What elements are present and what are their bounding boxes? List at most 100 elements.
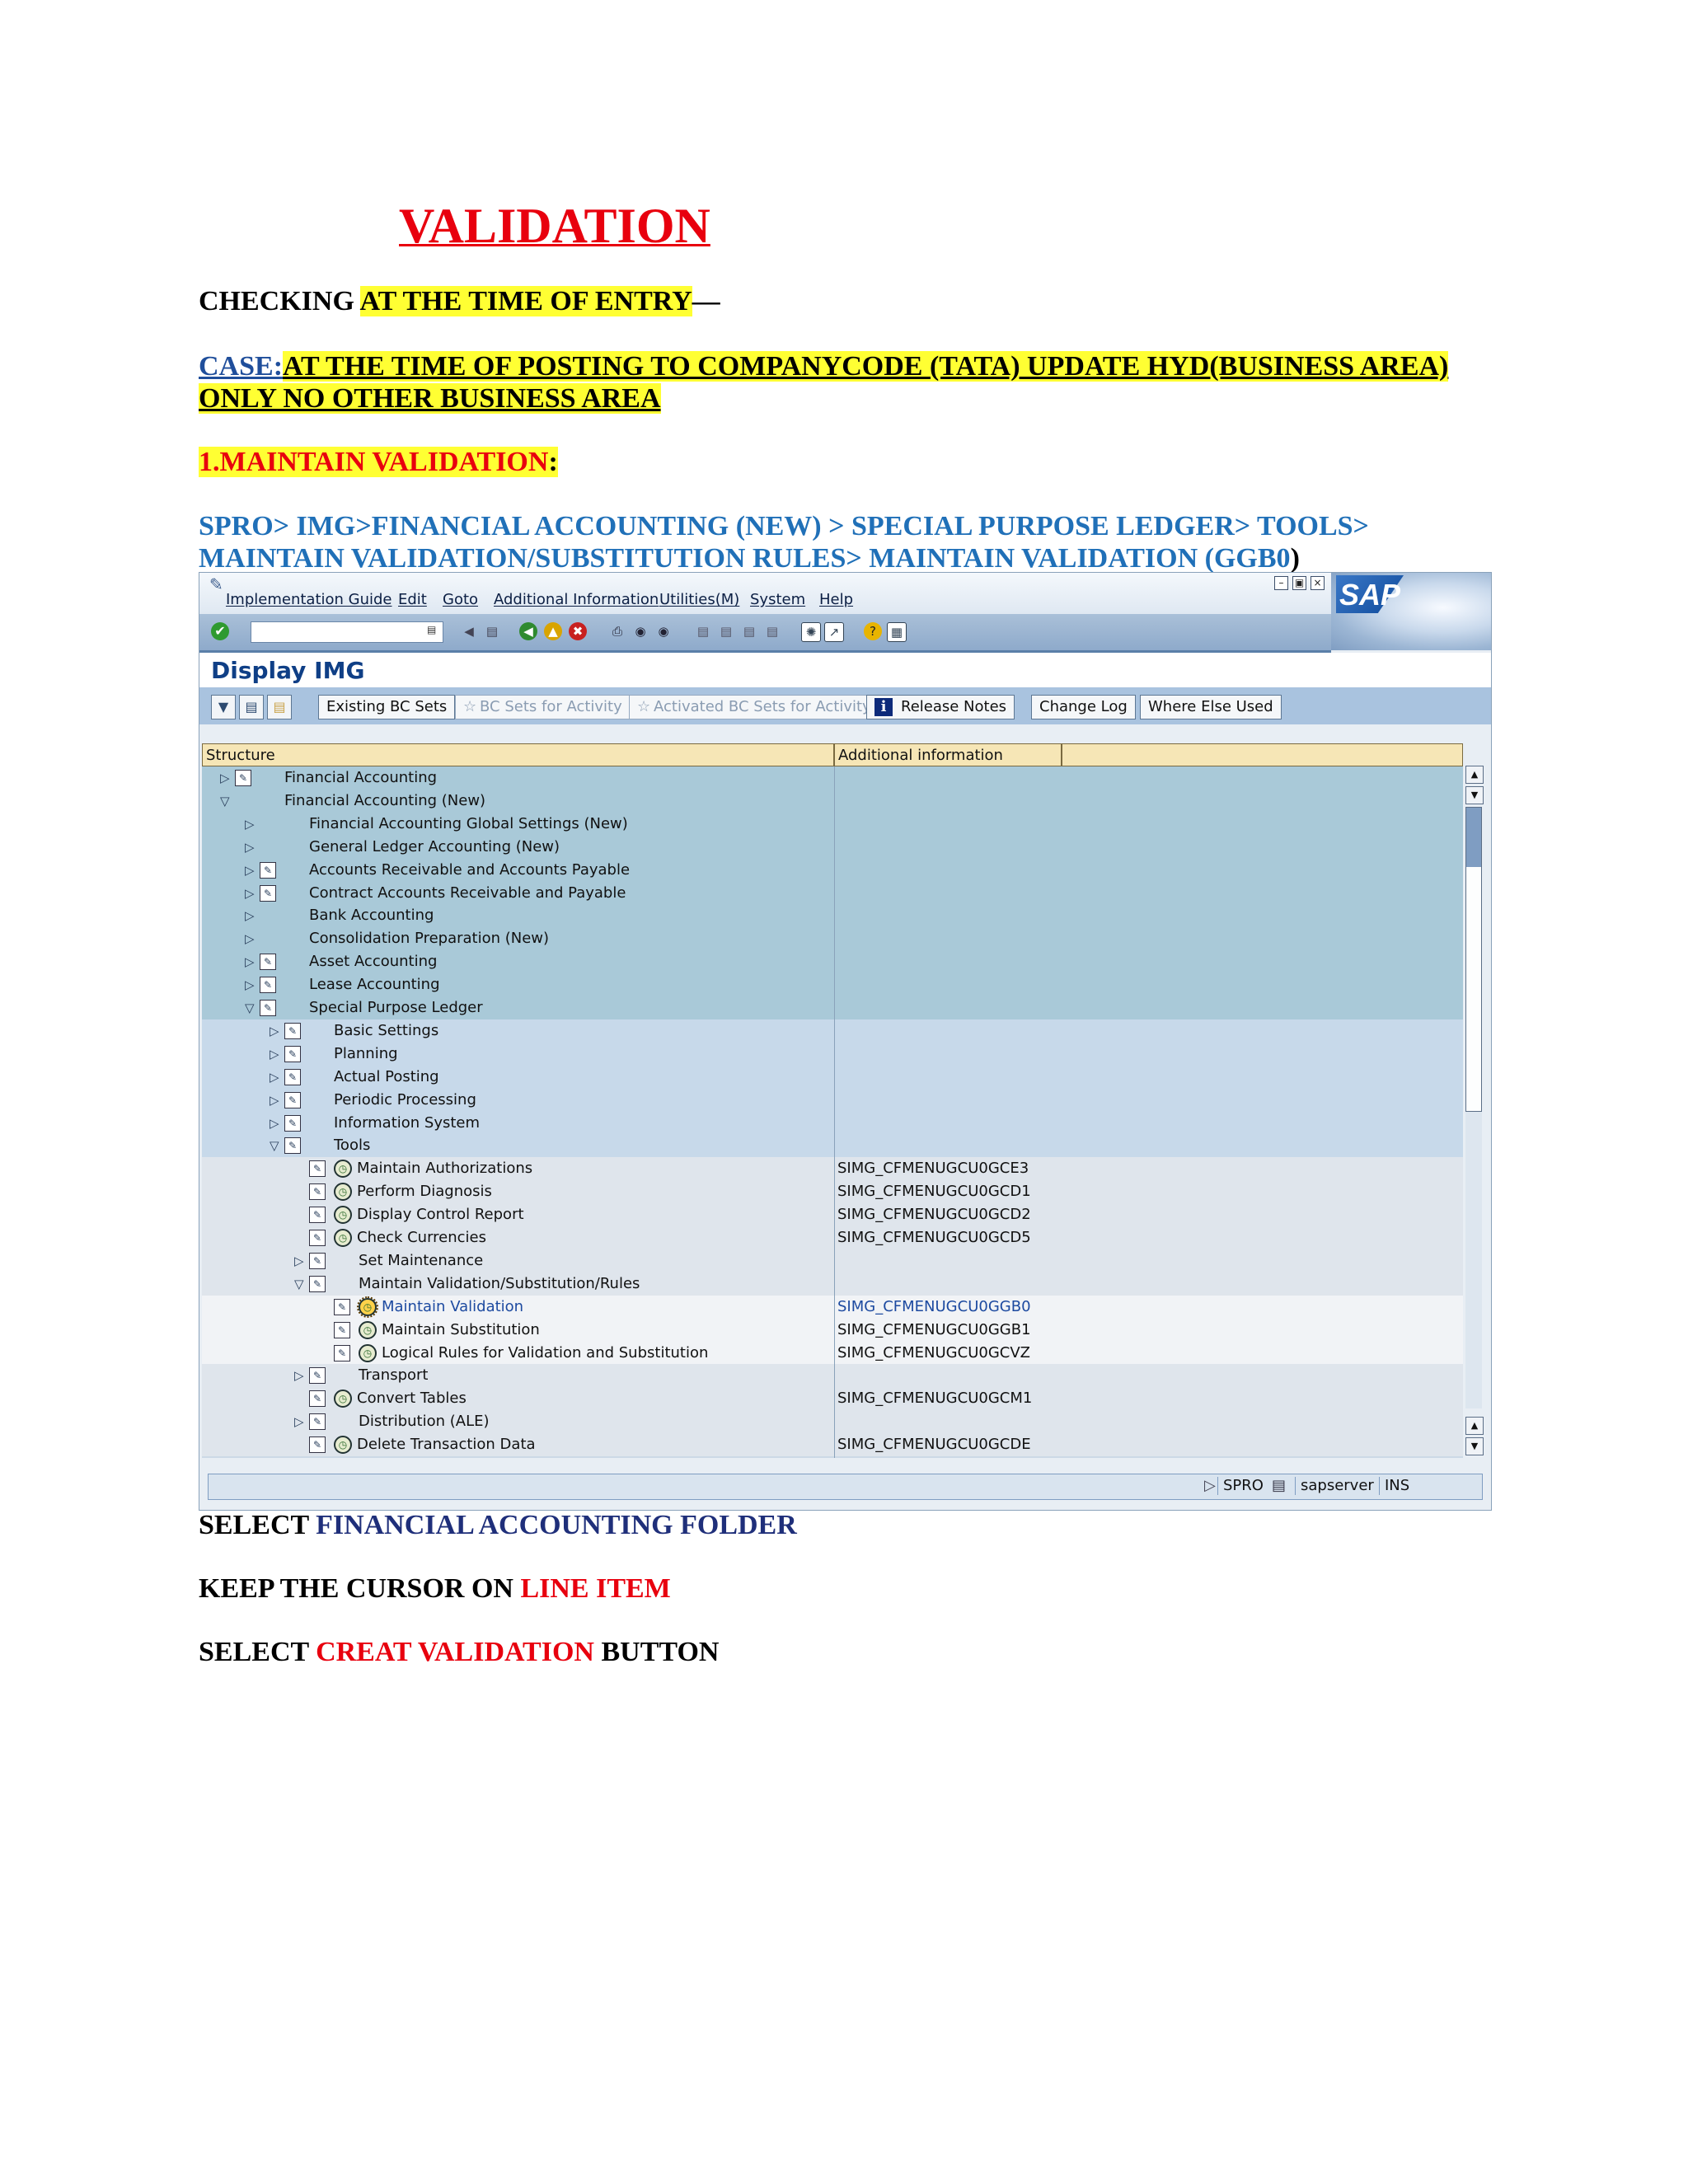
- tree-row[interactable]: ✎ ◷ Maintain Substitution SIMG_CFMENUGCU0GG…: [202, 1318, 1463, 1342]
- tree-node-label[interactable]: Planning: [334, 1043, 398, 1066]
- scroll-track[interactable]: [1465, 807, 1482, 1408]
- tree-node-label[interactable]: Consolidation Preparation (New): [309, 927, 549, 950]
- tree-row[interactable]: ▷ ✎ Periodic Processing: [202, 1088, 1463, 1112]
- tree-row[interactable]: ▷ ✎ Accounts Receivable and Accounts Payab…: [202, 858, 1463, 882]
- column-header-additional-information[interactable]: Additional information: [834, 743, 1062, 766]
- tree-node-label[interactable]: Maintain Validation: [382, 1296, 523, 1319]
- tree-node-label[interactable]: Maintain Authorizations: [357, 1157, 532, 1180]
- tree-row[interactable]: ✎ ◷ Check Currencies SIMG_CFMENUGCU0GCD5: [202, 1226, 1463, 1249]
- next-page-icon[interactable]: ▤: [740, 622, 758, 640]
- scroll-page-down-icon[interactable]: ▼: [1465, 1437, 1484, 1455]
- tree-node-label[interactable]: Information System: [334, 1112, 480, 1135]
- documentation-icon[interactable]: ✎: [284, 1068, 301, 1085]
- documentation-icon[interactable]: ✎: [284, 1045, 301, 1062]
- expand-node-icon[interactable]: ▷: [245, 813, 255, 836]
- tree-node-label[interactable]: Lease Accounting: [309, 973, 440, 996]
- tree-row[interactable]: ✎ ◷ Delete Transaction Data SIMG_CFMENUGCU0…: [202, 1433, 1463, 1457]
- expand-node-icon[interactable]: ▷: [245, 950, 255, 973]
- tree-node-label[interactable]: Bank Accounting: [309, 904, 434, 927]
- tree-row[interactable]: ▷ ✎ Information System: [202, 1111, 1463, 1135]
- documentation-icon[interactable]: ✎: [334, 1298, 350, 1315]
- tree-row[interactable]: ▷ Consolidation Preparation (New): [202, 927, 1463, 951]
- expand-node-icon[interactable]: ▷: [270, 1066, 279, 1089]
- tree-row[interactable]: ✎ ◷ Convert Tables SIMG_CFMENUGCU0GCM1: [202, 1387, 1463, 1411]
- menu-additional-information[interactable]: Additional Information: [494, 591, 659, 608]
- tree-node-label[interactable]: Actual Posting: [334, 1066, 439, 1089]
- tree-node-label[interactable]: Perform Diagnosis: [357, 1180, 492, 1203]
- menu-implementation-guide[interactable]: Implementation Guide: [226, 591, 392, 608]
- documentation-icon[interactable]: ✎: [334, 1344, 350, 1361]
- expand-node-icon[interactable]: ▷: [294, 1410, 304, 1433]
- tree-node-label[interactable]: Contract Accounts Receivable and Payable: [309, 882, 626, 905]
- tree-node-label[interactable]: Maintain Substitution: [382, 1319, 540, 1342]
- tree-node-label[interactable]: Tools: [334, 1134, 370, 1157]
- tree-row[interactable]: ▽ ✎ Maintain Validation/Substitution/Rules: [202, 1272, 1463, 1296]
- back-icon[interactable]: ◀: [519, 622, 537, 640]
- tree-node-label[interactable]: Asset Accounting: [309, 950, 437, 973]
- tree-row[interactable]: ▷ ✎ Lease Accounting: [202, 973, 1463, 997]
- documentation-icon[interactable]: ✎: [309, 1390, 326, 1408]
- tree-node-label[interactable]: Logical Rules for Validation and Substit…: [382, 1342, 708, 1365]
- documentation-icon[interactable]: ✎: [260, 954, 276, 971]
- scroll-down-icon[interactable]: ▼: [1465, 786, 1484, 804]
- expand-subtree-icon[interactable]: ▼: [211, 695, 236, 719]
- menu-edit[interactable]: Edit: [398, 591, 427, 608]
- execute-activity-icon[interactable]: ◷: [357, 1296, 378, 1318]
- documentation-icon[interactable]: ✎: [284, 1091, 301, 1108]
- tree-node-label[interactable]: Convert Tables: [357, 1387, 467, 1410]
- tree-row[interactable]: ▷ ✎ Planning: [202, 1042, 1463, 1066]
- tree-node-label[interactable]: Accounts Receivable and Accounts Payable: [309, 859, 630, 882]
- layout-icon[interactable]: ▦: [887, 622, 907, 642]
- documentation-icon[interactable]: ✎: [309, 1160, 326, 1178]
- documentation-icon[interactable]: ✎: [260, 1000, 276, 1016]
- tree-node-label[interactable]: Special Purpose Ledger: [309, 996, 483, 1019]
- tree-node-label[interactable]: General Ledger Accounting (New): [309, 836, 560, 859]
- tree-row[interactable]: ✎ ◷ Display Control Report SIMG_CFMENUGCU0G…: [202, 1203, 1463, 1227]
- documentation-icon[interactable]: ✎: [309, 1275, 326, 1292]
- documentation-icon[interactable]: ✎: [235, 770, 251, 786]
- tree-row[interactable]: ▷ ✎ Set Maintenance: [202, 1249, 1463, 1272]
- tree-row[interactable]: ▷ ✎ Financial Accounting: [202, 766, 1463, 790]
- maximize-icon[interactable]: ▣: [1292, 576, 1306, 590]
- first-page-icon[interactable]: ▤: [694, 622, 712, 640]
- documentation-icon[interactable]: ✎: [309, 1252, 326, 1269]
- enter-check-icon[interactable]: ✔: [211, 622, 229, 640]
- bc-sets-for-activity-button[interactable]: ☆ BC Sets for Activity: [455, 695, 631, 719]
- tree-row[interactable]: ▷ ✎ Actual Posting: [202, 1065, 1463, 1089]
- execute-activity-icon[interactable]: ◷: [334, 1206, 352, 1225]
- tree-row[interactable]: ▷ ✎ Asset Accounting: [202, 950, 1463, 974]
- tree-row[interactable]: ▷ ✎ Distribution (ALE): [202, 1410, 1463, 1434]
- last-page-icon[interactable]: ▤: [763, 622, 781, 640]
- change-log-button[interactable]: Change Log: [1031, 695, 1136, 719]
- menu-goto[interactable]: Goto: [443, 591, 478, 608]
- command-history-icon[interactable]: ▤: [427, 624, 436, 635]
- execute-activity-icon[interactable]: ◷: [359, 1320, 377, 1339]
- collapse-node-icon[interactable]: ▽: [294, 1272, 304, 1296]
- tree-node-label[interactable]: Display Control Report: [357, 1203, 524, 1226]
- tree-node-label[interactable]: Transport: [359, 1364, 428, 1387]
- display-icon[interactable]: ▤: [239, 695, 264, 719]
- tree-node-label[interactable]: Periodic Processing: [334, 1089, 476, 1112]
- tree-node-label[interactable]: Financial Accounting Global Settings (Ne…: [309, 813, 628, 836]
- previous-page-icon[interactable]: ▤: [717, 622, 735, 640]
- documentation-icon[interactable]: ✎: [260, 884, 276, 902]
- execute-activity-icon[interactable]: ◷: [334, 1160, 352, 1179]
- tree-row[interactable]: ✎ ◷ Logical Rules for Validation and Subst…: [202, 1341, 1463, 1365]
- command-field[interactable]: [251, 621, 443, 643]
- expand-node-icon[interactable]: ▷: [294, 1249, 304, 1272]
- tree-node-label[interactable]: Basic Settings: [334, 1019, 438, 1043]
- help-icon[interactable]: ?: [864, 622, 882, 640]
- documentation-icon[interactable]: ✎: [309, 1207, 326, 1224]
- find-icon[interactable]: ◉: [631, 622, 649, 640]
- expand-node-icon[interactable]: ▷: [270, 1043, 279, 1066]
- find-next-icon[interactable]: ◉: [654, 622, 673, 640]
- where-else-used-button[interactable]: Where Else Used: [1140, 695, 1282, 719]
- tree-row[interactable]: ▷ ✎ Basic Settings: [202, 1019, 1463, 1043]
- tree-node-label[interactable]: Set Maintenance: [359, 1249, 483, 1272]
- activated-bc-sets-button[interactable]: ☆ Activated BC Sets for Activity: [629, 695, 879, 719]
- tree-row[interactable]: ✎ ◷ Maintain Authorizations SIMG_CFMENUGCU0…: [202, 1157, 1463, 1181]
- tree-row[interactable]: ▷ Financial Accounting Global Settings (N…: [202, 812, 1463, 836]
- tree-row[interactable]: ▷ ✎ Transport: [202, 1364, 1463, 1388]
- save-icon[interactable]: ▤: [483, 622, 501, 640]
- expand-node-icon[interactable]: ▷: [245, 904, 255, 927]
